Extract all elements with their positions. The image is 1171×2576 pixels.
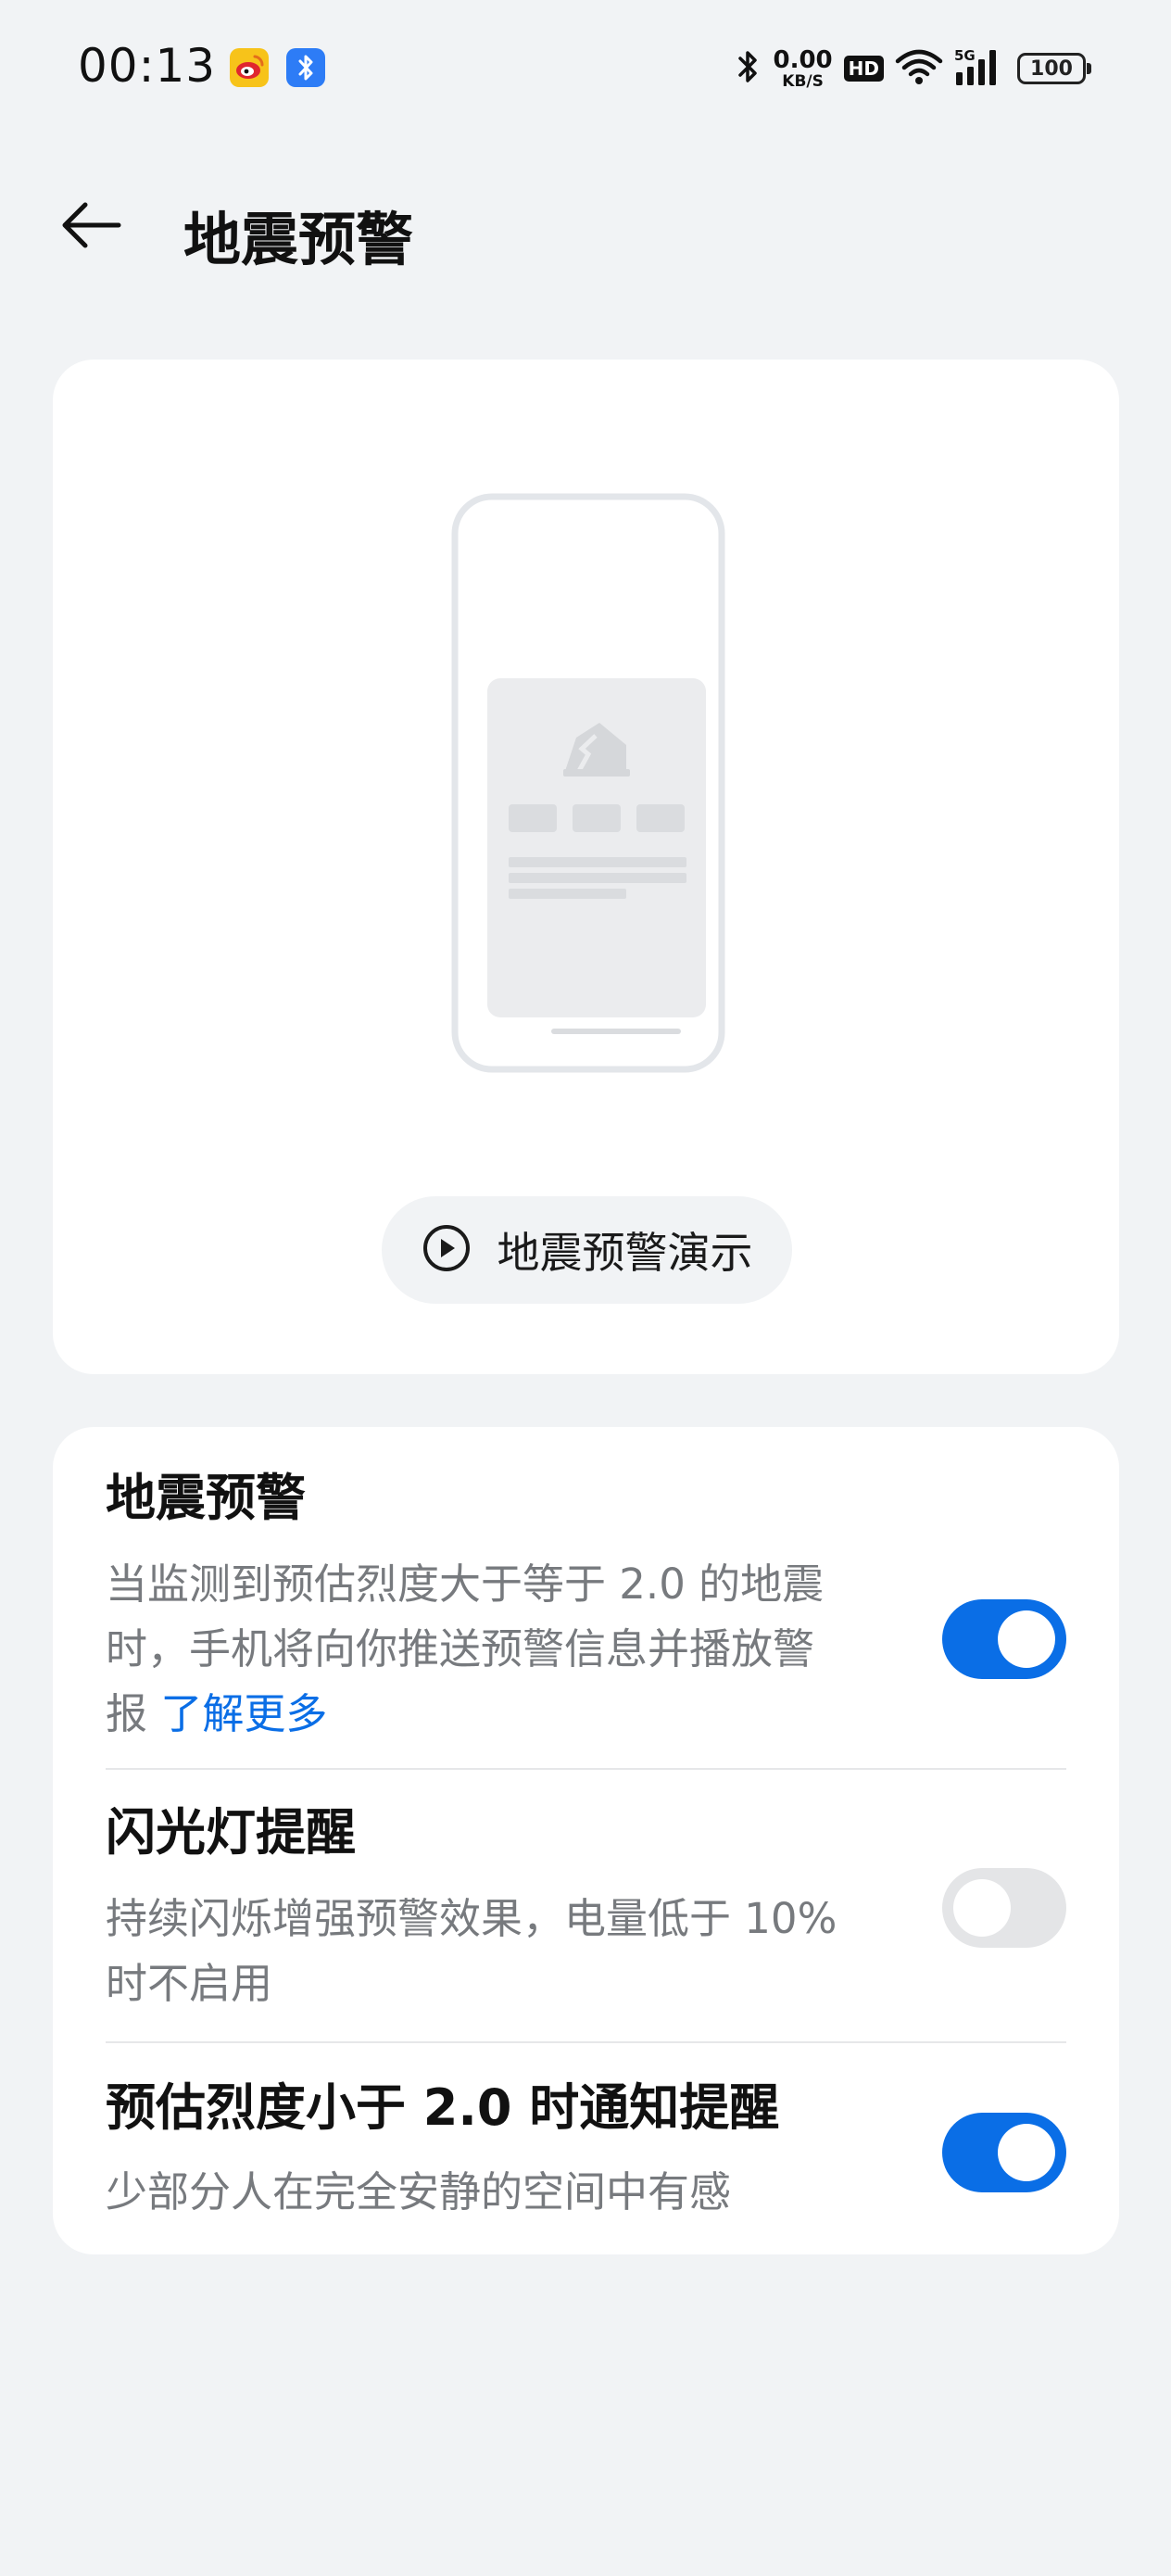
setting-description: 当监测到预估烈度大于等于 2.0 的地震 时，手机将向你推送预警信息并播放警 报…: [106, 1552, 893, 1747]
status-indicators: 0.00 KB/S HD 5G 100: [735, 41, 1091, 96]
setting-description: 少部分人在完全安静的空间中有感: [106, 2160, 939, 2225]
net-speed-value: 0.00: [773, 45, 833, 74]
earthquake-warning-toggle[interactable]: [942, 1599, 1066, 1679]
settings-card: 地震预警 当监测到预估烈度大于等于 2.0 的地震 时，手机将向你推送预警信息并…: [53, 1427, 1119, 2254]
battery-level: 100: [1030, 57, 1073, 81]
page-title: 地震预警: [183, 206, 414, 273]
setting-title: 预估烈度小于 2.0 时通知提醒: [106, 2078, 780, 2137]
demo-play-button[interactable]: 地震预警演示: [382, 1196, 792, 1304]
desc-line: 少部分人在完全安静的空间中有感: [106, 2167, 732, 2216]
phone-illustration: [449, 493, 727, 1080]
setting-description: 持续闪烁增强预警效果，电量低于 10% 时不启用: [106, 1887, 893, 2016]
desc-line: 当监测到预估烈度大于等于 2.0 的地震: [106, 1559, 825, 1609]
minor-quake-notification-toggle[interactable]: [942, 2113, 1066, 2192]
status-time: 00:13: [78, 39, 217, 93]
setting-flashlight-alert: 闪光灯提醒 持续闪烁增强预警效果，电量低于 10% 时不启用: [106, 1768, 1066, 2041]
setting-minor-quake-notification: 预估烈度小于 2.0 时通知提醒 少部分人在完全安静的空间中有感: [106, 2041, 1066, 2254]
demo-card: 地震预警演示: [53, 360, 1119, 1374]
status-bar: 00:13 0.00 KB/S HD 5G 100: [0, 0, 1171, 139]
play-circle-icon: [422, 1223, 472, 1277]
back-button[interactable]: [54, 195, 128, 259]
toggle-knob: [998, 1610, 1055, 1668]
desc-line: 时，手机将向你推送预警信息并播放警: [106, 1624, 815, 1673]
app-header: 地震预警: [0, 176, 1171, 278]
net-speed-unit: KB/S: [782, 71, 824, 91]
signal-label: 5G: [954, 47, 976, 64]
desc-line: 报: [106, 1689, 148, 1738]
setting-title: 地震预警: [106, 1469, 306, 1527]
hd-badge: HD: [843, 56, 884, 82]
desc-line: 持续闪烁增强预警效果，电量低于 10%: [106, 1894, 837, 1943]
bluetooth-icon: [735, 46, 762, 91]
arrow-left-icon: [59, 202, 122, 252]
toggle-knob: [953, 1879, 1011, 1937]
wifi-icon: [895, 48, 943, 89]
bluetooth-app-icon: [286, 48, 325, 87]
setting-title: 闪光灯提醒: [106, 1803, 356, 1862]
learn-more-link[interactable]: 了解更多: [160, 1689, 327, 1738]
desc-line: 时不启用: [106, 1959, 273, 2008]
battery-icon: 100: [1017, 53, 1091, 84]
setting-earthquake-warning: 地震预警 当监测到预估烈度大于等于 2.0 的地震 时，手机将向你推送预警信息并…: [106, 1469, 1066, 1768]
weibo-icon: [230, 48, 269, 87]
toggle-knob: [998, 2124, 1055, 2181]
demo-button-label: 地震预警演示: [497, 1228, 753, 1278]
network-speed: 0.00 KB/S: [774, 48, 833, 90]
flashlight-alert-toggle[interactable]: [942, 1868, 1066, 1948]
cellular-signal-icon: 5G: [954, 46, 1006, 91]
